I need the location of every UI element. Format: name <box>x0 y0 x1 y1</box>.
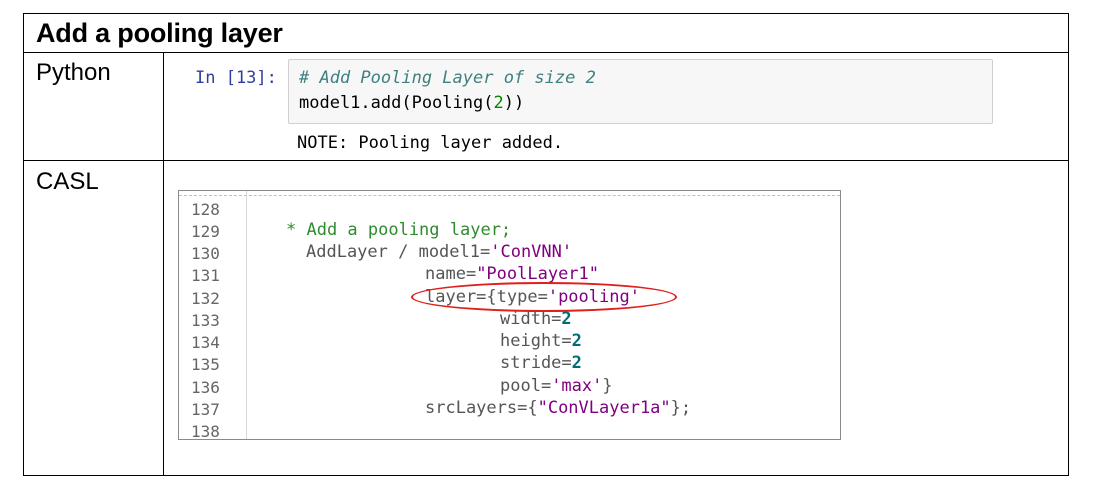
line-number: 137 <box>191 400 220 419</box>
code-number: 2 <box>571 353 582 373</box>
code-param: stride= <box>500 353 572 373</box>
editor-cutoff-edge <box>179 191 840 196</box>
table-border-row <box>23 160 1069 161</box>
table-border-left <box>23 13 24 476</box>
line-number: 132 <box>191 289 220 308</box>
code-string: "ConVLayer1a" <box>537 398 671 418</box>
code-line-136: pool='max'} <box>500 376 613 396</box>
line-number: 129 <box>191 222 220 241</box>
code-param: layer={type= <box>425 287 548 307</box>
code-string: 'pooling' <box>547 287 640 307</box>
row-label-python: Python <box>36 59 111 86</box>
code-string: "PoolLayer1" <box>476 264 600 284</box>
line-number: 130 <box>191 244 220 263</box>
page-title: Add a pooling layer <box>36 18 283 48</box>
code-line-135: stride=2 <box>500 353 582 373</box>
table-border-top <box>23 13 1069 14</box>
code-cell[interactable]: # Add Pooling Layer of size 2 model1.add… <box>288 59 993 124</box>
code-number: 2 <box>571 331 582 351</box>
code-param: height= <box>500 331 572 351</box>
code-text: model1.add(Pooling( <box>299 93 494 113</box>
code-comment-line: * Add a pooling layer; <box>286 220 512 240</box>
code-line-137: srcLayers={"ConVLayer1a"}; <box>425 398 691 418</box>
code-param: srcLayers={ <box>425 398 538 418</box>
code-brace: }; <box>670 398 692 418</box>
code-number: 2 <box>493 93 504 113</box>
code-string: 'max' <box>551 376 603 396</box>
line-number: 128 <box>191 200 220 219</box>
line-number: 136 <box>191 378 220 397</box>
row-label-casl: CASL <box>36 168 99 195</box>
code-line-134: height=2 <box>500 331 582 351</box>
code-param: pool= <box>500 376 552 396</box>
cell-prompt: In [13]: <box>195 68 277 88</box>
code-param: width= <box>500 309 562 329</box>
line-number: 134 <box>191 333 220 352</box>
code-comment: # Add Pooling Layer of size 2 <box>299 68 596 88</box>
table-border-right <box>1068 13 1069 476</box>
code-line-130: AddLayer / model1='ConVNN' <box>306 242 572 262</box>
line-number: 133 <box>191 311 220 330</box>
code-brace: } <box>602 376 613 396</box>
table-border-header <box>23 52 1069 53</box>
line-number: 131 <box>191 266 220 285</box>
code-line-comment: # Add Pooling Layer of size 2 <box>299 68 596 88</box>
line-number-gutter: 128 129 130 131 132 133 134 135 136 137 … <box>179 191 247 439</box>
code-text-end: )) <box>503 93 525 113</box>
code-editor[interactable]: 128 129 130 131 132 133 134 135 136 137 … <box>178 190 841 440</box>
code-line-133: width=2 <box>500 309 572 329</box>
table-border-bottom <box>23 475 1069 476</box>
cell-output: NOTE: Pooling layer added. <box>297 133 564 153</box>
line-number: 138 <box>191 422 220 440</box>
code-keyword: AddLayer / model1= <box>306 242 491 262</box>
code-line-statement: model1.add(Pooling(2)) <box>299 93 524 113</box>
line-number: 135 <box>191 355 220 374</box>
code-param: name= <box>425 264 477 284</box>
code-string: 'ConVNN' <box>490 242 573 262</box>
code-line-131: name="PoolLayer1" <box>425 264 599 284</box>
table-column-divider <box>163 52 164 476</box>
code-number: 2 <box>561 309 572 329</box>
code-line-132: layer={type='pooling' <box>425 287 640 307</box>
